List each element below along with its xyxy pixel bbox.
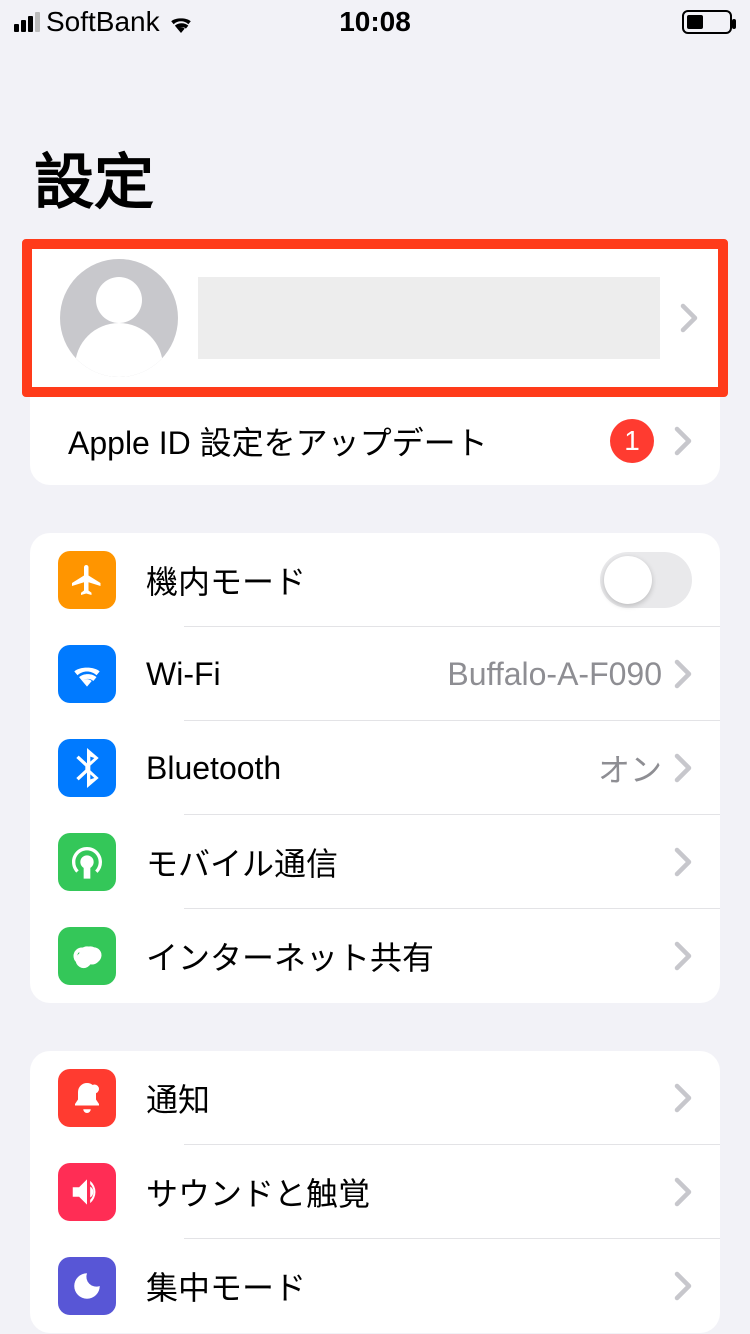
chevron-right-icon — [674, 847, 692, 877]
chevron-right-icon — [674, 1271, 692, 1301]
chevron-right-icon — [674, 1177, 692, 1207]
bluetooth-row[interactable]: Bluetooth オン — [30, 721, 720, 815]
chevron-right-icon — [680, 303, 698, 333]
focus-label: 集中モード — [146, 1263, 674, 1309]
hotspot-label: インターネット共有 — [146, 933, 674, 979]
chevron-right-icon — [674, 941, 692, 971]
cellular-row[interactable]: モバイル通信 — [30, 815, 720, 909]
clock: 10:08 — [339, 6, 411, 38]
bluetooth-label: Bluetooth — [146, 750, 598, 787]
cellular-signal-icon — [14, 12, 40, 32]
profile-name-redacted — [198, 277, 660, 359]
sounds-row[interactable]: サウンドと触覚 — [30, 1145, 720, 1239]
notifications-row[interactable]: 通知 — [30, 1051, 720, 1145]
moon-icon — [58, 1257, 116, 1315]
chevron-right-icon — [674, 753, 692, 783]
wifi-label: Wi-Fi — [146, 656, 447, 693]
speaker-icon — [58, 1163, 116, 1221]
focus-row[interactable]: 集中モード — [30, 1239, 720, 1333]
chevron-right-icon — [674, 1083, 692, 1113]
battery-icon — [682, 10, 732, 34]
apple-id-update-label: Apple ID 設定をアップデート — [68, 418, 610, 464]
status-bar: SoftBank 10:08 — [0, 0, 750, 44]
apple-id-update-group: Apple ID 設定をアップデート 1 — [30, 397, 720, 485]
airplane-label: 機内モード — [146, 557, 600, 603]
carrier-label: SoftBank — [46, 6, 160, 38]
connectivity-group: 機内モード Wi-Fi Buffalo-A-F090 Bluetooth オン … — [30, 533, 720, 1003]
chevron-right-icon — [674, 659, 692, 689]
notifications-label: 通知 — [146, 1075, 674, 1121]
wifi-row[interactable]: Wi-Fi Buffalo-A-F090 — [30, 627, 720, 721]
cellular-icon — [58, 833, 116, 891]
apple-id-update-row[interactable]: Apple ID 設定をアップデート 1 — [30, 397, 720, 485]
general-group: 通知 サウンドと触覚 集中モード — [30, 1051, 720, 1333]
airplane-icon — [58, 551, 116, 609]
avatar-icon — [60, 259, 178, 377]
airplane-toggle[interactable] — [600, 552, 692, 608]
status-right — [682, 10, 732, 34]
bluetooth-value: オン — [598, 745, 662, 791]
hotspot-row[interactable]: インターネット共有 — [30, 909, 720, 1003]
cellular-label: モバイル通信 — [146, 839, 674, 885]
notification-badge: 1 — [610, 419, 654, 463]
airplane-mode-row[interactable]: 機内モード — [30, 533, 720, 627]
page-title: 設定 — [34, 134, 750, 221]
hotspot-icon — [58, 927, 116, 985]
profile-row[interactable] — [22, 239, 728, 397]
wifi-icon — [166, 11, 196, 33]
wifi-value: Buffalo-A-F090 — [447, 656, 662, 693]
bluetooth-icon — [58, 739, 116, 797]
sounds-label: サウンドと触覚 — [146, 1169, 674, 1215]
status-left: SoftBank — [14, 6, 196, 38]
bell-icon — [58, 1069, 116, 1127]
chevron-right-icon — [674, 426, 692, 456]
wifi-settings-icon — [58, 645, 116, 703]
